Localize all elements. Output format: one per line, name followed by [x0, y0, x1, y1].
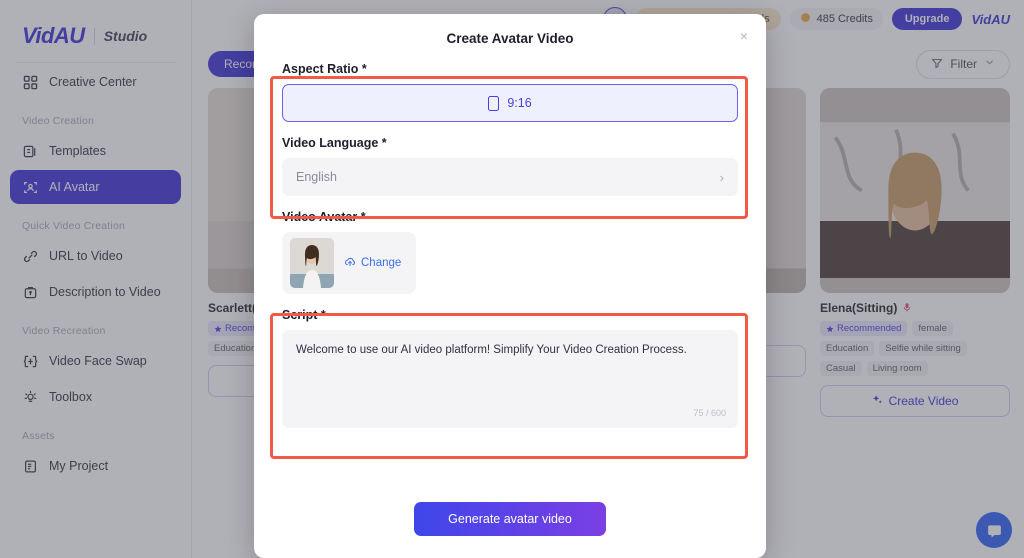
modal-title: Create Avatar Video [446, 30, 574, 46]
video-language-label: Video Language * [282, 136, 387, 150]
aspect-ratio-label: Aspect Ratio * [282, 62, 367, 76]
modal-header: Create Avatar Video × [254, 14, 766, 62]
modal-body: Aspect Ratio * 9:16 Video Language * Eng… [254, 62, 766, 428]
portrait-frame-icon [488, 95, 500, 111]
video-language-select[interactable]: English › [282, 158, 738, 196]
aspect-ratio-section: Aspect Ratio * 9:16 Video Language * Eng… [282, 62, 738, 196]
video-avatar-picker[interactable]: Change [282, 232, 416, 294]
script-section: Script * Welcome to use our AI video pla… [282, 308, 738, 428]
script-character-counter: 75 / 600 [693, 407, 726, 418]
change-avatar-label: Change [361, 257, 402, 269]
video-avatar-label: Video Avatar * [282, 210, 366, 224]
create-avatar-video-modal: Create Avatar Video × Aspect Ratio * 9:1… [254, 14, 766, 558]
upload-cloud-icon [344, 256, 356, 271]
script-label: Script * [282, 308, 326, 322]
aspect-ratio-value: 9:16 [507, 96, 532, 110]
app-root: VidAU Studio Creative Center Video Creat… [0, 0, 1024, 558]
change-avatar-button[interactable]: Change [344, 256, 401, 271]
aspect-ratio-option-9-16[interactable]: 9:16 [282, 84, 738, 122]
chevron-right-icon: › [719, 169, 724, 185]
close-icon[interactable]: × [736, 28, 752, 44]
selected-avatar-thumbnail[interactable] [290, 238, 334, 288]
script-text: Welcome to use our AI video platform! Si… [296, 344, 687, 356]
modal-footer: Generate avatar video [254, 502, 766, 536]
video-avatar-section: Video Avatar * Change [282, 210, 738, 294]
script-textarea[interactable]: Welcome to use our AI video platform! Si… [282, 330, 738, 428]
generate-avatar-video-button[interactable]: Generate avatar video [414, 502, 606, 536]
video-language-value: English [296, 170, 337, 184]
